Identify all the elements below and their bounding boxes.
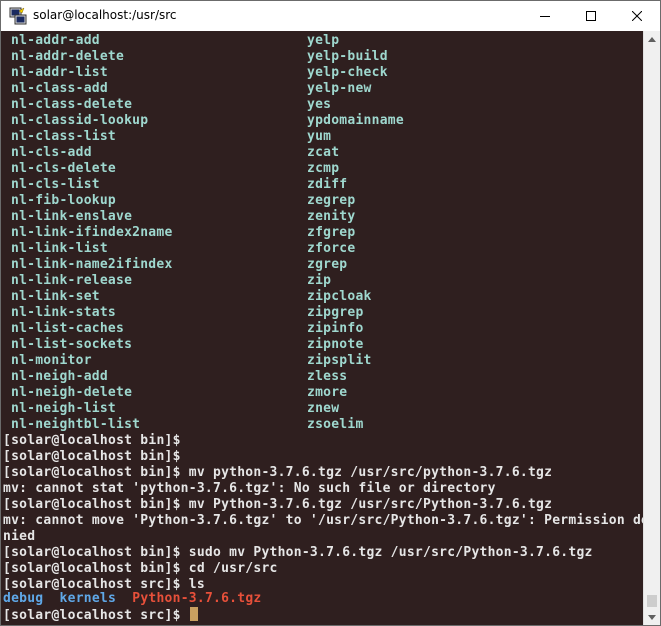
listing-item: nl-list-caches bbox=[11, 321, 125, 336]
listing-item: nl-list-sockets bbox=[11, 337, 133, 352]
listing-item: zcat bbox=[307, 145, 340, 160]
listing-item: yes bbox=[307, 97, 332, 112]
ls-entry-debug: debug bbox=[3, 591, 44, 606]
title-bar[interactable]: solar@localhost:/usr/src bbox=[1, 1, 660, 31]
listing-item: nl-neigh-add bbox=[11, 369, 108, 384]
prompt-text: [solar@localhost src]$ bbox=[3, 608, 189, 623]
listing-item: zipnote bbox=[307, 337, 364, 352]
terminal-output[interactable]: nl-addr-add yelp nl-addr-delete yelp-build n… bbox=[1, 31, 643, 625]
listing-item: nl-classid-lookup bbox=[11, 113, 149, 128]
current-prompt[interactable]: [solar@localhost src]$ bbox=[3, 607, 198, 623]
chevron-down-icon bbox=[648, 614, 656, 620]
listing-item: yelp-new bbox=[307, 81, 372, 96]
session-line: [solar@localhost bin]$ cd /usr/src bbox=[3, 561, 278, 576]
ls-output: debug kernels Python-3.7.6.tgz bbox=[3, 591, 261, 607]
listing-item: zegrep bbox=[307, 193, 356, 208]
listing-item: yelp-check bbox=[307, 65, 388, 80]
listing-item: zless bbox=[307, 369, 348, 384]
maximize-button[interactable] bbox=[568, 1, 614, 31]
scrollbar-thumb[interactable] bbox=[647, 595, 657, 607]
listing-item: nl-monitor bbox=[11, 353, 92, 368]
listing-item: nl-link-stats bbox=[11, 305, 116, 320]
listing-item: zdiff bbox=[307, 177, 348, 192]
terminal-window: solar@localhost:/usr/src nl-addr-add yelp… bbox=[0, 0, 661, 626]
close-button[interactable] bbox=[614, 1, 660, 31]
listing-item: zforce bbox=[307, 241, 356, 256]
listing-item: zenity bbox=[307, 209, 356, 224]
listing-item: nl-link-ifindex2name bbox=[11, 225, 173, 240]
minimize-icon bbox=[540, 16, 550, 17]
listing-item: ypdomainname bbox=[307, 113, 404, 128]
text-cursor bbox=[189, 607, 198, 621]
listing-item: zip bbox=[307, 273, 332, 288]
listing-item: nl-link-release bbox=[11, 273, 133, 288]
listing-item: zipgrep bbox=[307, 305, 364, 320]
listing-item: nl-cls-delete bbox=[11, 161, 116, 176]
window-title: solar@localhost:/usr/src bbox=[33, 8, 177, 22]
listing-item: zipsplit bbox=[307, 353, 372, 368]
listing-item: yum bbox=[307, 129, 332, 144]
listing-item: nl-cls-list bbox=[11, 177, 100, 192]
listing-item: yelp-build bbox=[307, 49, 388, 64]
minimize-button[interactable] bbox=[522, 1, 568, 31]
listing-item: nl-link-set bbox=[11, 289, 100, 304]
putty-icon[interactable] bbox=[9, 7, 27, 25]
listing-item: nl-class-add bbox=[11, 81, 108, 96]
listing-item: yelp bbox=[307, 33, 340, 48]
listing-item: zsoelim bbox=[307, 417, 364, 432]
listing-item: zipcloak bbox=[307, 289, 372, 304]
listing-item: nl-cls-add bbox=[11, 145, 92, 160]
scroll-up-button[interactable] bbox=[644, 31, 660, 47]
listing-item: nl-link-name2ifindex bbox=[11, 257, 173, 272]
listing-item: nl-addr-add bbox=[11, 33, 100, 48]
scroll-down-button[interactable] bbox=[644, 609, 660, 625]
listing-item: zcmp bbox=[307, 161, 340, 176]
listing-item: nl-addr-list bbox=[11, 65, 108, 80]
chevron-up-icon bbox=[648, 36, 656, 42]
listing-item: nl-class-list bbox=[11, 129, 116, 144]
session-line: mv: cannot stat 'python-3.7.6.tgz': No s… bbox=[3, 481, 496, 496]
maximize-icon bbox=[586, 11, 596, 21]
listing-item: zmore bbox=[307, 385, 348, 400]
session-line: mv: cannot move 'Python-3.7.6.tgz' to '/… bbox=[3, 513, 643, 528]
ls-entry-python-archive: Python-3.7.6.tgz bbox=[132, 591, 262, 606]
listing-item: zipinfo bbox=[307, 321, 364, 336]
ls-entry-kernels: kernels bbox=[59, 591, 117, 606]
vertical-scrollbar[interactable] bbox=[643, 31, 660, 625]
session-line: [solar@localhost bin]$ sudo mv Python-3.… bbox=[3, 545, 593, 560]
listing-item: nl-neigh-delete bbox=[11, 385, 133, 400]
listing-item: zgrep bbox=[307, 257, 348, 272]
session-line: [solar@localhost bin]$ bbox=[3, 433, 181, 448]
session-line: [solar@localhost bin]$ mv Python-3.7.6.t… bbox=[3, 497, 553, 512]
listing-item: zfgrep bbox=[307, 225, 356, 240]
listing-item: nl-link-list bbox=[11, 241, 108, 256]
session-line: [solar@localhost bin]$ bbox=[3, 449, 181, 464]
close-icon bbox=[632, 11, 642, 21]
listing-item: nl-neigh-list bbox=[11, 401, 116, 416]
listing-item: nl-neightbl-list bbox=[11, 417, 141, 432]
listing-item: nl-addr-delete bbox=[11, 49, 125, 64]
listing-item: nl-class-delete bbox=[11, 97, 133, 112]
session-line: nied bbox=[3, 529, 36, 544]
listing-item: znew bbox=[307, 401, 340, 416]
listing-item: nl-fib-lookup bbox=[11, 193, 116, 208]
listing-item: nl-link-enslave bbox=[11, 209, 133, 224]
session-line: [solar@localhost bin]$ mv python-3.7.6.t… bbox=[3, 465, 553, 480]
